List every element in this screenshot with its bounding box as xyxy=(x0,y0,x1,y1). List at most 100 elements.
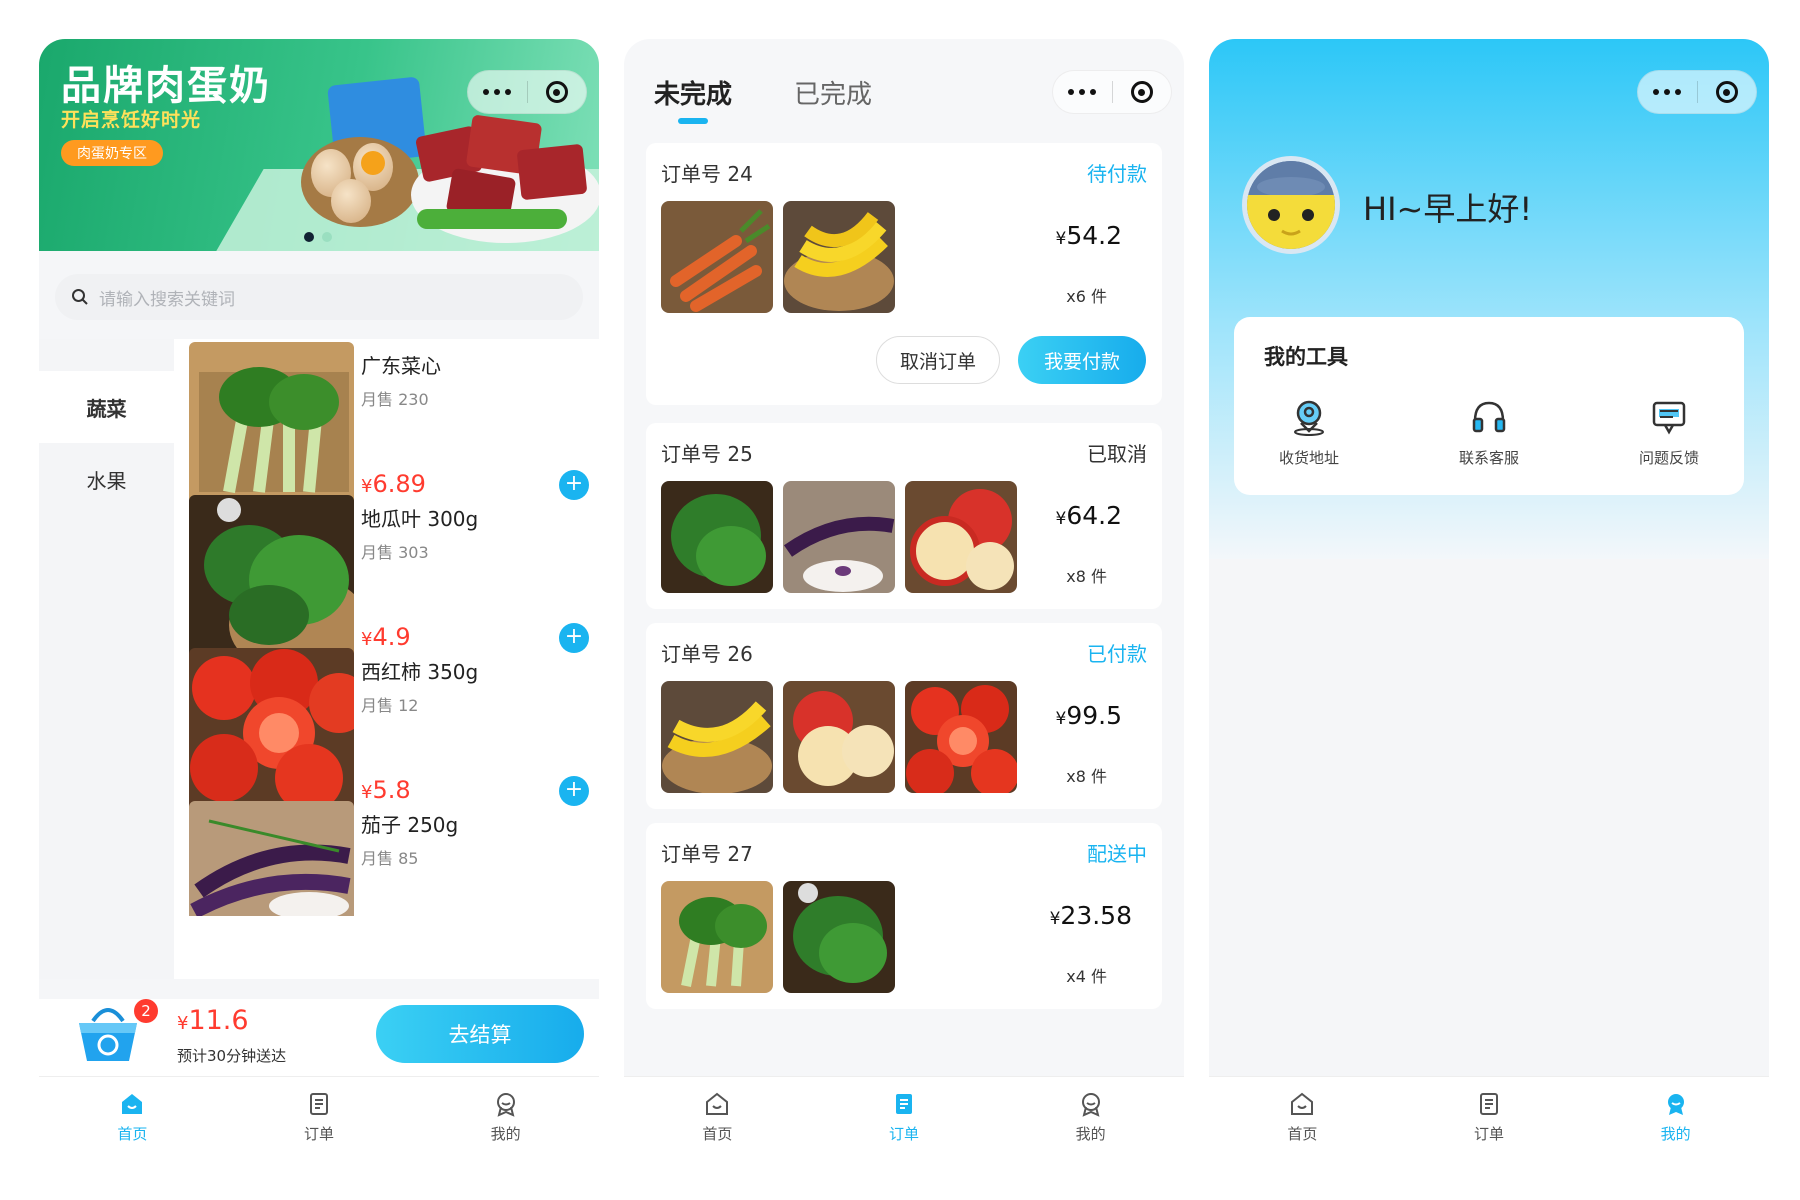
product-sales: 月售 303 xyxy=(361,543,429,562)
greeting-text: HI~早上好! xyxy=(1363,190,1533,228)
product-price: ¥6.89 xyxy=(361,470,426,498)
order-card[interactable]: 订单号 25 已取消 ¥64.2 x8 件 xyxy=(646,423,1162,609)
tab-bar: 首页 订单 我的 xyxy=(624,1076,1184,1164)
tool-label: 问题反馈 xyxy=(1638,449,1699,467)
target-circle-icon[interactable] xyxy=(1698,81,1757,103)
egg-image xyxy=(331,179,371,223)
tool-label: 收货地址 xyxy=(1278,449,1339,467)
tools-title: 我的工具 xyxy=(1264,345,1348,369)
order-card[interactable]: 订单号 24 待付款 ¥54.2 x6 件 取消订单 我要付款 xyxy=(646,143,1162,405)
tab-profile[interactable]: 我的 xyxy=(412,1077,599,1164)
meat-image xyxy=(516,143,588,201)
product-image[interactable] xyxy=(189,342,354,507)
order-amount: ¥99.5 xyxy=(1055,701,1123,730)
product-image[interactable] xyxy=(189,495,354,660)
tool-address[interactable]: 收货地址 xyxy=(1239,397,1379,468)
checkout-button[interactable]: 去结算 xyxy=(376,1005,584,1063)
product-image[interactable] xyxy=(189,648,354,813)
more-dots-icon[interactable] xyxy=(1053,89,1112,95)
tab-unfinished[interactable]: 未完成 xyxy=(654,74,732,124)
order-number: 订单号 24 xyxy=(661,162,753,186)
product-price: ¥5.8 xyxy=(361,776,411,804)
home-icon xyxy=(122,1094,143,1114)
product-card[interactable]: 茄子 250g 月售 85 xyxy=(189,801,589,916)
tab-label: 我的 xyxy=(490,1125,521,1143)
order-card[interactable]: 订单号 26 已付款 ¥99.5 x8 件 xyxy=(646,623,1162,809)
tab-home[interactable]: 首页 xyxy=(39,1077,226,1164)
banner-title: 品牌肉蛋奶 xyxy=(61,63,271,109)
tab-home[interactable]: 首页 xyxy=(1209,1077,1396,1164)
more-dots-icon[interactable] xyxy=(1638,89,1697,95)
delivery-eta: 预计30分钟送达 xyxy=(177,1047,287,1065)
product-sales: 月售 85 xyxy=(361,849,419,868)
order-thumbnails xyxy=(661,681,1017,793)
carousel-dot[interactable] xyxy=(304,232,314,242)
product-thumbnail xyxy=(661,201,773,313)
cart-bar: 2 ¥11.6 预计30分钟送达 去结算 xyxy=(39,999,599,1076)
tab-label: 首页 xyxy=(1287,1125,1318,1143)
product-price: ¥4.9 xyxy=(361,623,411,651)
headset-icon xyxy=(1472,401,1506,433)
mini-program-capsule xyxy=(1052,70,1172,114)
tab-label: 订单 xyxy=(1474,1125,1505,1143)
banner-tag[interactable]: 肉蛋奶专区 xyxy=(61,140,163,166)
lettuce-image xyxy=(417,209,567,229)
order-icon xyxy=(1480,1093,1498,1115)
product-card[interactable]: 广东菜心 月售 230 ¥6.89 + xyxy=(189,342,589,507)
product-thumbnail xyxy=(905,681,1017,793)
product-card[interactable]: 西红柿 350g 月售 12 ¥5.8 + xyxy=(189,648,589,813)
shopping-basket-icon[interactable] xyxy=(75,1003,141,1065)
tab-profile[interactable]: 我的 xyxy=(997,1077,1184,1164)
more-dots-icon[interactable] xyxy=(468,89,527,95)
search-input[interactable]: 请输入搜索关键词 xyxy=(55,274,583,320)
tab-bar: 首页 订单 我的 xyxy=(1209,1076,1769,1164)
tab-profile[interactable]: 我的 xyxy=(1582,1077,1769,1164)
banner-subtitle: 开启烹饪好时光 xyxy=(61,109,202,131)
tab-label: 首页 xyxy=(702,1125,733,1143)
carousel-dots xyxy=(304,232,332,242)
mini-program-capsule xyxy=(1637,70,1757,114)
product-thumbnail xyxy=(661,481,773,593)
target-circle-icon[interactable] xyxy=(528,81,587,103)
cart-count-badge: 2 xyxy=(134,999,158,1023)
order-thumbnails xyxy=(661,881,895,993)
order-number: 订单号 26 xyxy=(661,642,753,666)
tab-orders[interactable]: 订单 xyxy=(1396,1077,1583,1164)
category-item-vegetables[interactable]: 蔬菜 xyxy=(39,371,174,443)
product-image[interactable] xyxy=(189,801,354,916)
tab-home[interactable]: 首页 xyxy=(624,1077,811,1164)
product-thumbnail xyxy=(783,881,895,993)
product-card[interactable]: 地瓜叶 300g 月售 303 ¥4.9 + xyxy=(189,495,589,660)
tab-label: 订单 xyxy=(889,1125,920,1143)
carousel-dot[interactable] xyxy=(322,232,332,242)
tab-orders[interactable]: 订单 xyxy=(226,1077,413,1164)
tool-feedback[interactable]: 问题反馈 xyxy=(1599,397,1739,468)
tool-customer-service[interactable]: 联系客服 xyxy=(1419,397,1559,468)
home-icon xyxy=(706,1092,729,1115)
order-number: 订单号 25 xyxy=(661,442,753,466)
orders-screen: 未完成 已完成 订单号 24 待付款 ¥54.2 x6 件 取消订单 我要付款 … xyxy=(624,39,1184,1164)
product-thumbnail xyxy=(783,681,895,793)
tab-orders[interactable]: 订单 xyxy=(811,1077,998,1164)
product-thumbnail xyxy=(783,481,895,593)
profile-screen: HI~早上好! 我的工具 收货地址 联系客服 问题反馈 首页 订单 我的 xyxy=(1209,39,1769,1164)
home-screen: 品牌肉蛋奶 开启烹饪好时光 肉蛋奶专区 请输入搜索关键词 蔬菜 水果 广东菜心 … xyxy=(39,39,599,1164)
cancel-order-button[interactable]: 取消订单 xyxy=(876,336,1000,384)
pay-order-button[interactable]: 我要付款 xyxy=(1018,336,1146,384)
target-circle-icon[interactable] xyxy=(1113,81,1172,103)
category-spacer xyxy=(39,339,174,371)
tab-label: 订单 xyxy=(304,1125,335,1143)
order-card[interactable]: 订单号 27 配送中 ¥23.58 x4 件 xyxy=(646,823,1162,1009)
mini-program-capsule xyxy=(467,70,587,114)
order-thumbnails xyxy=(661,201,895,313)
category-item-fruit[interactable]: 水果 xyxy=(39,443,174,515)
tool-label: 联系客服 xyxy=(1458,449,1519,467)
profile-icon xyxy=(496,1093,515,1117)
search-icon xyxy=(72,289,88,305)
tab-finished[interactable]: 已完成 xyxy=(794,74,872,111)
order-item-count: x8 件 xyxy=(1066,767,1107,786)
product-name: 广东菜心 xyxy=(361,354,441,378)
product-sales: 月售 12 xyxy=(361,696,419,715)
avatar[interactable] xyxy=(1242,156,1340,254)
order-number: 订单号 27 xyxy=(661,842,753,866)
